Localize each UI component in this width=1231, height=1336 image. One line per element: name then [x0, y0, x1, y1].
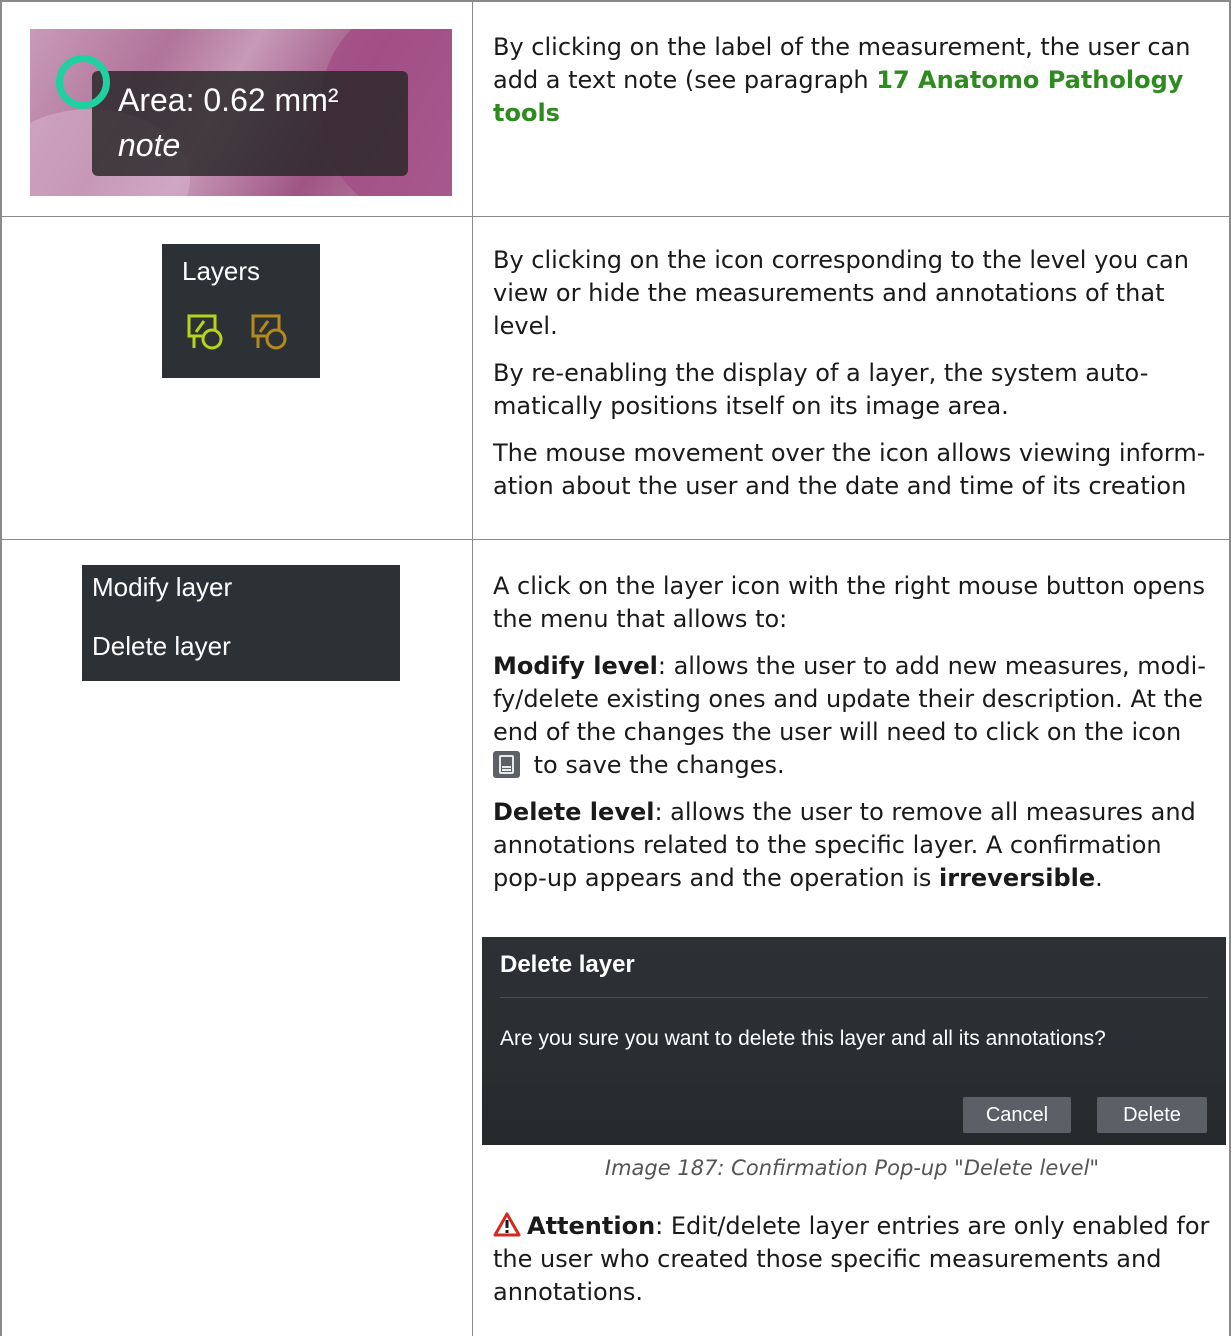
row-divider-1	[0, 216, 1231, 217]
layers-panel-screenshot: Layers	[162, 244, 320, 378]
delete-paragraph: Delete level: allows the user to remove …	[493, 796, 1211, 895]
warning-icon	[493, 1212, 521, 1237]
layer-hidden-icon[interactable]	[250, 312, 290, 352]
delete-layer-dialog: Delete layer Are you sure you want to de…	[482, 937, 1226, 1145]
dialog-title: Delete layer	[500, 951, 635, 978]
row1-description: By clicking on the label of the measurem…	[493, 31, 1211, 144]
column-divider	[472, 0, 473, 1336]
row-divider-2	[0, 539, 1231, 540]
dialog-message: Are you sure you want to delete this lay…	[500, 1027, 1106, 1050]
layer-context-menu: Modify layer Delete layer	[82, 565, 400, 681]
intro-paragraph: A click on the layer icon with the right…	[493, 572, 1206, 633]
attention-note: Attention: Edit/delete layer entries are…	[493, 1210, 1211, 1323]
save-icon	[493, 751, 520, 778]
measurement-value: Area: 0.62 mm²	[118, 82, 339, 118]
layers-title: Layers	[182, 256, 261, 286]
measurement-note: note	[118, 127, 181, 163]
cancel-button[interactable]: Cancel	[963, 1097, 1071, 1133]
attention-term: Attention	[527, 1212, 656, 1240]
delete-end: .	[1095, 864, 1103, 892]
modify-desc-end: to save the changes.	[526, 751, 785, 779]
table-border-top	[0, 0, 1231, 2]
menu-item-delete-layer[interactable]: Delete layer	[92, 631, 231, 662]
modify-paragraph: Modify level: allows the user to add new…	[493, 650, 1211, 782]
row3-description: A click on the layer icon with the right…	[493, 570, 1211, 909]
paragraph: By re-enabling the display of a layer, t…	[493, 359, 1149, 420]
delete-button[interactable]: Delete	[1097, 1097, 1207, 1133]
paragraph: The mouse movement over the icon allows …	[493, 439, 1206, 500]
menu-item-modify-layer[interactable]: Modify layer	[92, 572, 232, 603]
row2-description: By clicking on the icon corresponding to…	[493, 244, 1211, 517]
dialog-separator	[500, 997, 1208, 998]
measurement-label-screenshot: Area: 0.62 mm² note	[30, 29, 452, 196]
layer-visible-icon[interactable]	[186, 312, 226, 352]
delete-term: Delete level	[493, 798, 655, 826]
table-border-left	[0, 0, 2, 1336]
circle-measure-icon	[56, 55, 110, 109]
modify-term: Modify level	[493, 652, 658, 680]
paragraph: By clicking on the icon corresponding to…	[493, 246, 1189, 340]
image-caption: Image 187: Confirmation Pop-up "Delete l…	[604, 1156, 1100, 1180]
document-table: Area: 0.62 mm² note By clicking on the l…	[0, 0, 1231, 1336]
delete-emphasis: irreversible	[939, 864, 1096, 892]
